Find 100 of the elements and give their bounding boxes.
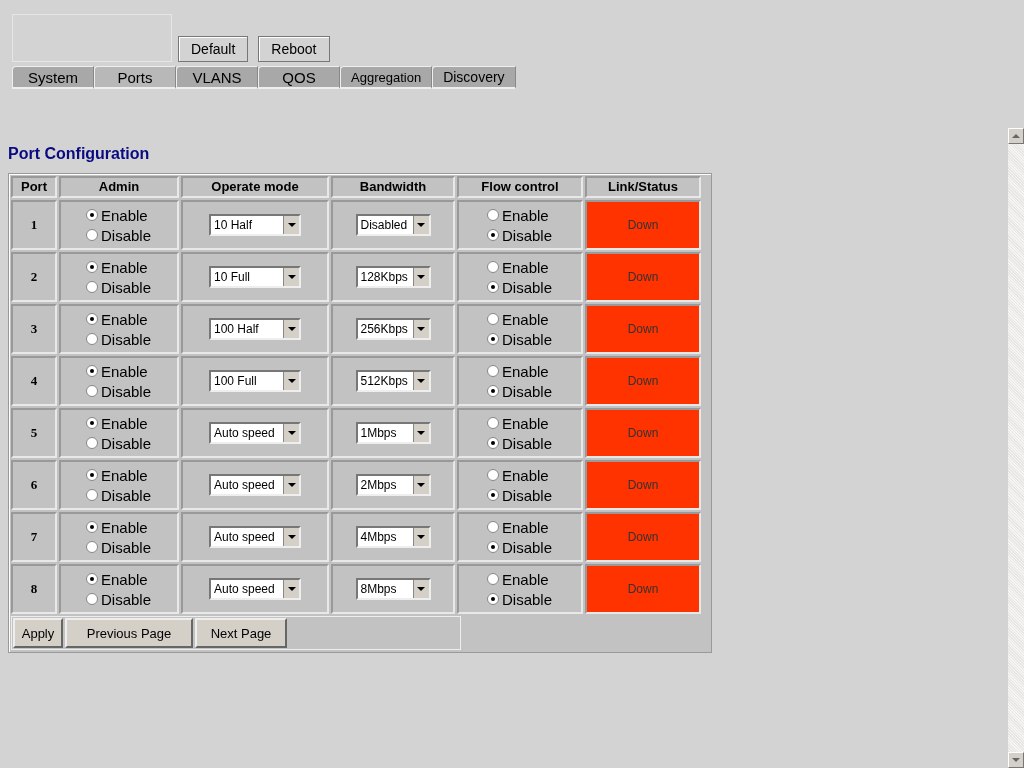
option-label: Enable [502, 362, 549, 380]
radio-button[interactable] [487, 229, 499, 241]
radio-button[interactable] [86, 261, 98, 273]
radio-button[interactable] [487, 417, 499, 429]
tab[interactable]: QOS [258, 66, 340, 89]
select-field[interactable]: Disabled [355, 214, 431, 236]
radio-button[interactable] [487, 593, 499, 605]
radio-button[interactable] [86, 209, 98, 221]
link-status-cell: Down [585, 460, 701, 510]
radio-button[interactable] [86, 229, 98, 241]
option-label: Disable [101, 278, 152, 296]
option-label: Disable [502, 330, 553, 348]
option-label: Disable [101, 590, 152, 608]
link-status-cell: Down [585, 252, 701, 302]
select-field[interactable]: 10 Half [209, 214, 301, 236]
select-field[interactable]: Auto speed [209, 526, 301, 548]
option-label: Enable [502, 414, 549, 432]
option-label: Disable [502, 278, 553, 296]
radio-button[interactable] [86, 385, 98, 397]
scroll-down-icon[interactable] [1008, 752, 1024, 768]
link-status-cell: Down [585, 200, 701, 250]
header-button[interactable]: Reboot [258, 36, 330, 62]
select-field[interactable]: 100 Full [209, 370, 301, 392]
radio-button[interactable] [86, 573, 98, 585]
column-header: Port [11, 176, 57, 198]
option-label: Disable [101, 486, 152, 504]
radio-button[interactable] [487, 333, 499, 345]
option-label: Enable [101, 466, 148, 484]
column-header: Flow control [457, 176, 583, 198]
tab[interactable]: Ports [94, 66, 176, 89]
column-header: Admin [59, 176, 179, 198]
select-field[interactable]: Auto speed [209, 422, 301, 444]
radio-button[interactable] [487, 385, 499, 397]
footer-button[interactable]: Next Page [195, 618, 287, 648]
option-label: Disable [101, 330, 152, 348]
option-label: Enable [101, 518, 148, 536]
radio-button[interactable] [86, 541, 98, 553]
select-field[interactable]: 4Mbps [355, 526, 431, 548]
scroll-up-icon[interactable] [1008, 128, 1024, 144]
radio-button[interactable] [86, 489, 98, 501]
option-label: Enable [101, 414, 148, 432]
option-label: Disable [502, 486, 553, 504]
radio-button[interactable] [86, 521, 98, 533]
select-field[interactable]: 10 Full [209, 266, 301, 288]
radio-button[interactable] [487, 313, 499, 325]
column-header: Link/Status [585, 176, 701, 198]
radio-button[interactable] [86, 313, 98, 325]
option-label: Disable [101, 538, 152, 556]
radio-button[interactable] [86, 437, 98, 449]
option-label: Enable [502, 258, 549, 276]
radio-button[interactable] [487, 365, 499, 377]
option-label: Disable [101, 434, 152, 452]
option-label: Disable [502, 538, 553, 556]
option-label: Disable [502, 590, 553, 608]
select-field[interactable]: 2Mbps [355, 474, 431, 496]
footer-button[interactable]: Apply [13, 618, 63, 648]
select-field[interactable]: Auto speed [209, 474, 301, 496]
radio-button[interactable] [86, 593, 98, 605]
scrollbar[interactable] [1008, 128, 1024, 768]
link-status-cell: Down [585, 512, 701, 562]
radio-button[interactable] [487, 261, 499, 273]
radio-button[interactable] [86, 469, 98, 481]
radio-button[interactable] [487, 573, 499, 585]
select-field[interactable]: 100 Half [209, 318, 301, 340]
port-number: 2 [11, 252, 57, 302]
tab[interactable]: System [12, 66, 94, 89]
option-label: Enable [502, 518, 549, 536]
radio-button[interactable] [86, 333, 98, 345]
option-label: Disable [502, 382, 553, 400]
radio-button[interactable] [487, 489, 499, 501]
link-status-cell: Down [585, 304, 701, 354]
option-label: Disable [502, 226, 553, 244]
radio-button[interactable] [487, 281, 499, 293]
radio-button[interactable] [487, 209, 499, 221]
port-number: 7 [11, 512, 57, 562]
port-number: 3 [11, 304, 57, 354]
tab[interactable]: Aggregation [340, 66, 433, 89]
option-label: Enable [502, 570, 549, 588]
radio-button[interactable] [86, 281, 98, 293]
tab[interactable]: Discovery [432, 66, 516, 89]
tab[interactable]: VLANS [176, 66, 258, 89]
option-label: Enable [502, 206, 549, 224]
select-field[interactable]: Auto speed [209, 578, 301, 600]
radio-button[interactable] [86, 417, 98, 429]
select-field[interactable]: 8Mbps [355, 578, 431, 600]
select-field[interactable]: 256Kbps [355, 318, 431, 340]
option-label: Disable [502, 434, 553, 452]
radio-button[interactable] [487, 469, 499, 481]
option-label: Enable [101, 258, 148, 276]
radio-button[interactable] [487, 521, 499, 533]
radio-button[interactable] [487, 541, 499, 553]
footer-button[interactable]: Previous Page [65, 618, 193, 648]
select-field[interactable]: 512Kbps [355, 370, 431, 392]
option-label: Enable [101, 362, 148, 380]
select-field[interactable]: 128Kbps [355, 266, 431, 288]
header-button[interactable]: Default [178, 36, 249, 62]
column-header: Bandwidth [331, 176, 455, 198]
radio-button[interactable] [86, 365, 98, 377]
select-field[interactable]: 1Mbps [355, 422, 431, 444]
radio-button[interactable] [487, 437, 499, 449]
